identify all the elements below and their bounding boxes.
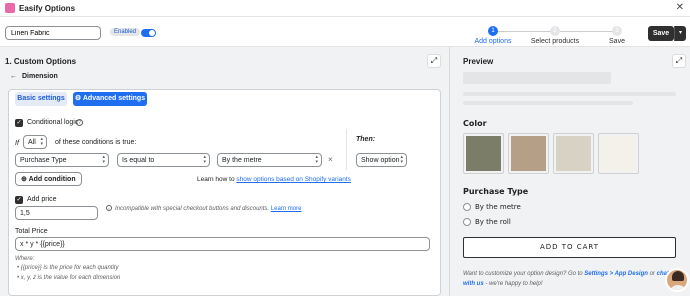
step-1-dot[interactable]: 1 — [488, 26, 498, 36]
purchase-option-radio[interactable] — [463, 218, 471, 226]
step-1-label[interactable]: Add options — [458, 38, 528, 45]
all-select-value: All — [28, 139, 36, 146]
condition-value-select[interactable]: By the metre ▴ ▾ — [217, 153, 322, 167]
footer-or: or — [649, 271, 655, 277]
where-item-text: {{price}} is the price for each quantity — [20, 265, 119, 271]
save-button[interactable]: Save — [648, 26, 674, 41]
condition-operator-select[interactable]: Is equal to ▴ ▾ — [117, 153, 210, 167]
support-avatar[interactable] — [665, 268, 689, 292]
purchase-option-label[interactable]: By the roll — [475, 218, 511, 226]
where-item: • x, y, z is the value for each dimensio… — [17, 275, 121, 281]
swatch-color — [556, 136, 591, 171]
add-condition-label: Add condition — [28, 176, 76, 183]
back-label: Dimension — [22, 73, 58, 80]
if-label: If — [15, 140, 19, 147]
swatch-color — [511, 136, 546, 171]
where-label: Where: — [15, 256, 35, 262]
app-title-bar: Easify Options ✕ — [0, 0, 690, 17]
color-swatch[interactable] — [508, 133, 549, 174]
tab-advanced-label: Advanced settings — [82, 95, 146, 102]
expand-editor-icon[interactable]: ⤢ — [427, 54, 441, 68]
toolbar: Enabled 1 2 3 Add options Select product… — [0, 17, 690, 47]
swatch-color — [466, 136, 501, 171]
step-3-label[interactable]: Save — [582, 38, 652, 45]
color-swatch[interactable] — [463, 133, 504, 174]
settings-app-design-link[interactable]: Settings > App Design — [584, 271, 648, 277]
info-icon: i — [106, 205, 112, 211]
select-arrows-icon: ▴ ▾ — [315, 154, 318, 165]
step-2-dot[interactable]: 2 — [550, 26, 560, 36]
purchase-option-radio[interactable] — [463, 203, 471, 211]
step-2-label[interactable]: Select products — [520, 38, 590, 45]
color-swatch[interactable] — [553, 133, 594, 174]
preview-title: Preview — [463, 57, 494, 66]
product-title-skeleton — [463, 72, 611, 84]
condition-field-value: Purchase Type — [20, 157, 67, 164]
settings-gear-icon: ⚙ — [74, 95, 83, 102]
product-text-skeleton — [463, 92, 676, 96]
color-title: Color — [463, 119, 487, 128]
then-action-select[interactable]: Show option ▴ ▾ — [356, 153, 407, 167]
condition-field-select[interactable]: Purchase Type ▴ ▾ — [15, 153, 109, 167]
formula-input[interactable]: x * y * {{price}} — [15, 237, 430, 251]
where-item: • {{price}} is the price for each quanti… — [17, 265, 119, 271]
footer-suffix: - we're happy to help! — [485, 281, 543, 287]
swatch-color — [601, 136, 636, 171]
remove-condition-icon[interactable]: × — [328, 155, 333, 164]
select-arrows-icon: ▴ ▾ — [400, 154, 403, 165]
purchase-option-label[interactable]: By the metre — [475, 203, 521, 211]
panel-divider — [449, 47, 450, 296]
price-input[interactable]: 1,5 — [15, 206, 98, 220]
back-link[interactable]: ← Dimension — [10, 73, 58, 80]
add-price-checkbox[interactable]: ✓ — [15, 196, 23, 204]
section-title: 1. Custom Options — [5, 57, 77, 66]
app-title: Easify Options — [19, 4, 76, 13]
select-arrows-icon: ▴ ▾ — [102, 154, 105, 165]
then-divider — [346, 129, 347, 170]
learn-more-link[interactable]: Learn more — [271, 206, 302, 212]
arrow-left-icon: ← — [10, 73, 17, 80]
option-name-input[interactable] — [5, 26, 101, 40]
add-condition-button[interactable]: ⊕ Add condition — [15, 172, 82, 186]
close-icon[interactable]: ✕ — [676, 2, 684, 13]
learn-how-link[interactable]: show options based on Shopify variants — [236, 176, 351, 183]
enabled-toggle[interactable] — [141, 29, 156, 37]
conditional-logic-checkbox[interactable]: ✓ — [15, 119, 23, 127]
product-text-skeleton — [463, 101, 633, 105]
condition-value-value: By the metre — [222, 157, 262, 164]
learn-how-prefix: Learn how to — [197, 176, 237, 183]
tab-basic-settings[interactable]: Basic settings — [15, 92, 67, 106]
plus-circle-icon: ⊕ — [21, 176, 29, 183]
select-arrows-icon: ▴ ▾ — [40, 136, 43, 147]
learn-how-text: Learn how to show options based on Shopi… — [197, 176, 351, 183]
total-price-label: Total Price — [15, 228, 48, 235]
all-select[interactable]: All ▴ ▾ — [23, 135, 47, 149]
customize-note: Want to customize your option design? Go… — [463, 269, 677, 289]
save-menu-chevron-icon[interactable]: ▾ — [674, 26, 686, 41]
expand-preview-icon[interactable]: ⤢ — [672, 54, 686, 68]
add-to-cart-button[interactable]: ADD TO CART — [463, 237, 676, 258]
footer-prefix: Want to customize your option design? Go… — [463, 271, 583, 277]
add-price-label: Add price — [27, 196, 57, 203]
then-label: Then: — [356, 136, 376, 143]
conditional-logic-label: Conditional logic — [27, 119, 79, 126]
then-action-value: Show option — [361, 157, 400, 164]
color-swatch[interactable] — [598, 133, 639, 174]
condition-operator-value: Is equal to — [122, 157, 155, 164]
incompatible-text: Incompatible with special checkout butto… — [115, 206, 270, 212]
where-item-text: x, y, z is the value for each dimension — [20, 275, 121, 281]
select-arrows-icon: ▴ ▾ — [203, 154, 206, 165]
app-logo-icon — [5, 3, 15, 13]
purchase-type-title: Purchase Type — [463, 187, 529, 196]
help-icon[interactable]: ? — [76, 119, 83, 126]
conditions-text: of these conditions is true: — [55, 139, 137, 146]
incompatible-note: i Incompatible with special checkout butt… — [106, 205, 301, 212]
enabled-badge: Enabled — [110, 28, 141, 36]
step-3-dot[interactable]: 3 — [612, 26, 622, 36]
tab-advanced-settings[interactable]: ⚙ Advanced settings — [73, 92, 147, 106]
